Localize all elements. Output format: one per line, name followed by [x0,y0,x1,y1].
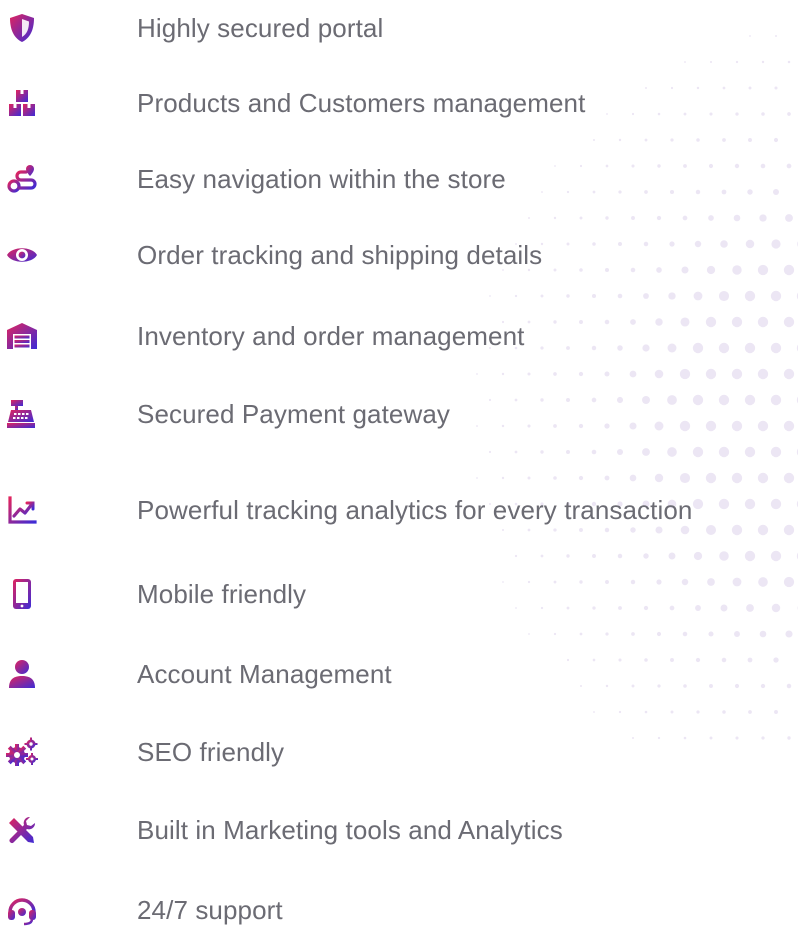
feature-label: Mobile friendly [137,579,307,609]
feature-label: Easy navigation within the store [137,164,506,194]
mobile-icon [4,576,40,612]
feature-item-account-management: Account Management [0,648,798,700]
warehouse-icon [4,318,40,354]
feature-item-mobile-friendly: Mobile friendly [0,568,798,620]
feature-item-analytics: Powerful tracking analytics for every tr… [0,484,798,536]
headset-icon [4,892,40,928]
feature-item-seo-friendly: SEO friendly [0,726,798,778]
feature-label: SEO friendly [137,737,285,767]
boxes-icon [4,85,40,121]
eye-icon [4,237,40,273]
feature-label: Built in Marketing tools and Analytics [137,815,563,845]
feature-label: Account Management [137,659,392,689]
feature-list: Highly secured portal Products and Custo… [0,0,798,936]
user-icon [4,656,40,692]
feature-item-secured-portal: Highly secured portal [0,2,798,54]
feature-label: Powerful tracking analytics for every tr… [137,495,693,525]
feature-item-products-customers: Products and Customers management [0,77,798,129]
feature-label: Highly secured portal [137,13,384,43]
feature-item-marketing-tools: Built in Marketing tools and Analytics [0,804,798,856]
feature-item-payment-gateway: Secured Payment gateway [0,388,798,440]
feature-item-order-tracking: Order tracking and shipping details [0,229,798,281]
shield-icon [4,10,40,46]
feature-label: 24/7 support [137,895,283,925]
feature-item-inventory: Inventory and order management [0,310,798,362]
tools-icon [4,812,40,848]
chart-line-icon [4,492,40,528]
cogs-icon [4,734,40,770]
route-icon [4,161,40,197]
feature-label: Secured Payment gateway [137,399,451,429]
feature-label: Products and Customers management [137,88,586,118]
feature-label: Order tracking and shipping details [137,240,543,270]
feature-item-navigation: Easy navigation within the store [0,153,798,205]
feature-item-support: 24/7 support [0,884,798,936]
feature-label: Inventory and order management [137,321,525,351]
cash-register-icon [4,396,40,432]
